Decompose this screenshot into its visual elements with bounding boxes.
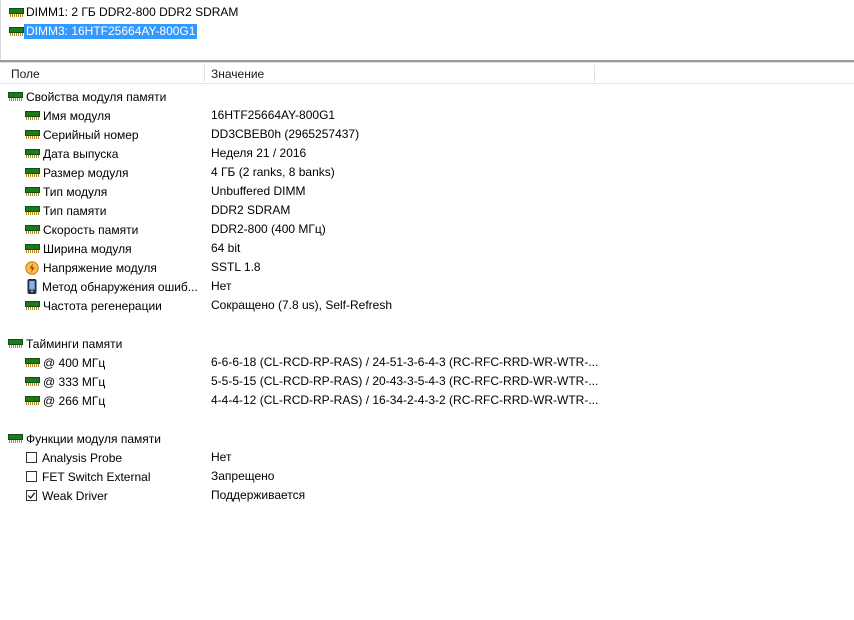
property-name: Weak Driver (42, 488, 108, 503)
property-value: Нет (211, 450, 232, 464)
property-name: Тип модуля (43, 184, 108, 199)
property-name: Analysis Probe (42, 450, 123, 465)
property-row[interactable]: Напряжение модуля SSTL 1.8 (0, 258, 854, 277)
checkbox-unchecked-icon (26, 471, 37, 482)
property-row[interactable]: Имя модуля 16HTF25664AY-800G1 (0, 106, 854, 125)
checkbox-checked-icon (26, 490, 37, 501)
ram-module-icon (8, 339, 23, 348)
property-name: Имя модуля (43, 108, 111, 123)
lightning-icon (25, 260, 39, 275)
property-name: Тип памяти (43, 203, 107, 218)
ram-module-icon (25, 111, 40, 120)
property-value: 6-6-6-18 (CL-RCD-RP-RAS) / 24-51-3-6-4-3… (211, 355, 599, 369)
timing-row[interactable]: @ 400 МГц 6-6-6-18 (CL-RCD-RP-RAS) / 24-… (0, 353, 854, 372)
property-value: 5-5-5-15 (CL-RCD-RP-RAS) / 20-43-3-5-4-3… (211, 374, 599, 388)
section-header-module-properties[interactable]: Свойства модуля памяти (0, 87, 854, 106)
function-row-weak-driver[interactable]: Weak Driver Поддерживается (0, 486, 854, 505)
property-value: Unbuffered DIMM (211, 184, 306, 198)
property-name: Частота регенерации (43, 298, 162, 313)
property-row[interactable]: Частота регенерации Сокращено (7.8 us), … (0, 296, 854, 315)
property-value: Сокращено (7.8 us), Self-Refresh (211, 298, 393, 312)
property-row[interactable]: Серийный номер DD3CBEB0h (2965257437) (0, 125, 854, 144)
ram-module-icon (25, 168, 40, 177)
ram-module-icon (9, 27, 24, 36)
section-header-module-functions[interactable]: Функции модуля памяти (0, 429, 854, 448)
ram-module-icon (8, 434, 23, 443)
column-header-field[interactable]: Поле (6, 64, 204, 83)
property-name: @ 266 МГц (43, 393, 106, 408)
ram-module-icon (25, 130, 40, 139)
section-title: Функции модуля памяти (26, 431, 161, 446)
property-name: Дата выпуска (43, 146, 119, 161)
checkbox-unchecked-icon (26, 452, 37, 463)
property-row[interactable]: Тип модуля Unbuffered DIMM (0, 182, 854, 201)
property-row[interactable]: Метод обнаружения ошиб... Нет (0, 277, 854, 296)
property-name: @ 400 МГц (43, 355, 106, 370)
property-row[interactable]: Тип памяти DDR2 SDRAM (0, 201, 854, 220)
dimm-item-dimm3[interactable]: DIMM3: 16HTF25664AY-800G1 (9, 23, 198, 40)
column-divider[interactable] (204, 65, 205, 82)
pane-splitter[interactable] (0, 60, 854, 63)
property-value: Поддерживается (211, 488, 306, 502)
property-name: @ 333 МГц (43, 374, 106, 389)
dimm-list[interactable]: DIMM1: 2 ГБ DDR2-800 DDR2 SDRAM DIMM3: 1… (0, 0, 854, 60)
ram-module-icon (8, 92, 23, 101)
property-name: Ширина модуля (43, 241, 132, 256)
timing-row[interactable]: @ 266 МГц 4-4-4-12 (CL-RCD-RP-RAS) / 16-… (0, 391, 854, 410)
property-value: 64 bit (211, 241, 241, 255)
timing-row[interactable]: @ 333 МГц 5-5-5-15 (CL-RCD-RP-RAS) / 20-… (0, 372, 854, 391)
function-row-analysis-probe[interactable]: Analysis Probe Нет (0, 448, 854, 467)
property-name: Напряжение модуля (43, 260, 157, 275)
property-row[interactable]: Скорость памяти DDR2-800 (400 МГц) (0, 220, 854, 239)
section-title: Тайминги памяти (26, 336, 123, 351)
property-name: Скорость памяти (43, 222, 139, 237)
property-value: 4-4-4-12 (CL-RCD-RP-RAS) / 16-34-2-4-3-2… (211, 393, 599, 407)
ram-module-icon (25, 149, 40, 158)
column-divider[interactable] (594, 65, 595, 82)
ram-module-icon (9, 8, 24, 17)
column-header: Поле Значение (0, 64, 854, 84)
property-name: Серийный номер (43, 127, 139, 142)
dimm-item-label: DIMM1: 2 ГБ DDR2-800 DDR2 SDRAM (26, 5, 239, 19)
property-value: DDR2 SDRAM (211, 203, 291, 217)
ram-module-icon (25, 396, 40, 405)
property-value: Неделя 21 / 2016 (211, 146, 307, 160)
ram-module-icon (25, 206, 40, 215)
dimm-item-label: DIMM3: 16HTF25664AY-800G1 (24, 24, 198, 39)
property-row[interactable]: Дата выпуска Неделя 21 / 2016 (0, 144, 854, 163)
section-title: Свойства модуля памяти (26, 89, 167, 104)
phone-icon (27, 279, 37, 294)
property-value: Нет (211, 279, 232, 293)
ram-module-icon (25, 225, 40, 234)
property-name: Метод обнаружения ошиб... (42, 279, 198, 294)
ram-module-icon (25, 187, 40, 196)
function-row-fet-switch-external[interactable]: FET Switch External Запрещено (0, 467, 854, 486)
ram-module-icon (25, 358, 40, 367)
property-row[interactable]: Ширина модуля 64 bit (0, 239, 854, 258)
property-name: Размер модуля (43, 165, 129, 180)
ram-module-icon (25, 244, 40, 253)
property-name: FET Switch External (42, 469, 151, 484)
property-value: 4 ГБ (2 ranks, 8 banks) (211, 165, 335, 179)
property-value: 16HTF25664AY-800G1 (211, 108, 336, 122)
column-header-value[interactable]: Значение (206, 64, 594, 83)
property-value: Запрещено (211, 469, 275, 483)
property-value: DD3CBEB0h (2965257437) (211, 127, 360, 141)
section-header-memory-timings[interactable]: Тайминги памяти (0, 334, 854, 353)
property-value: DDR2-800 (400 МГц) (211, 222, 326, 236)
property-row[interactable]: Размер модуля 4 ГБ (2 ranks, 8 banks) (0, 163, 854, 182)
ram-module-icon (25, 301, 40, 310)
ram-module-icon (25, 377, 40, 386)
property-value: SSTL 1.8 (211, 260, 261, 274)
dimm-item-dimm1[interactable]: DIMM1: 2 ГБ DDR2-800 DDR2 SDRAM (9, 4, 240, 21)
